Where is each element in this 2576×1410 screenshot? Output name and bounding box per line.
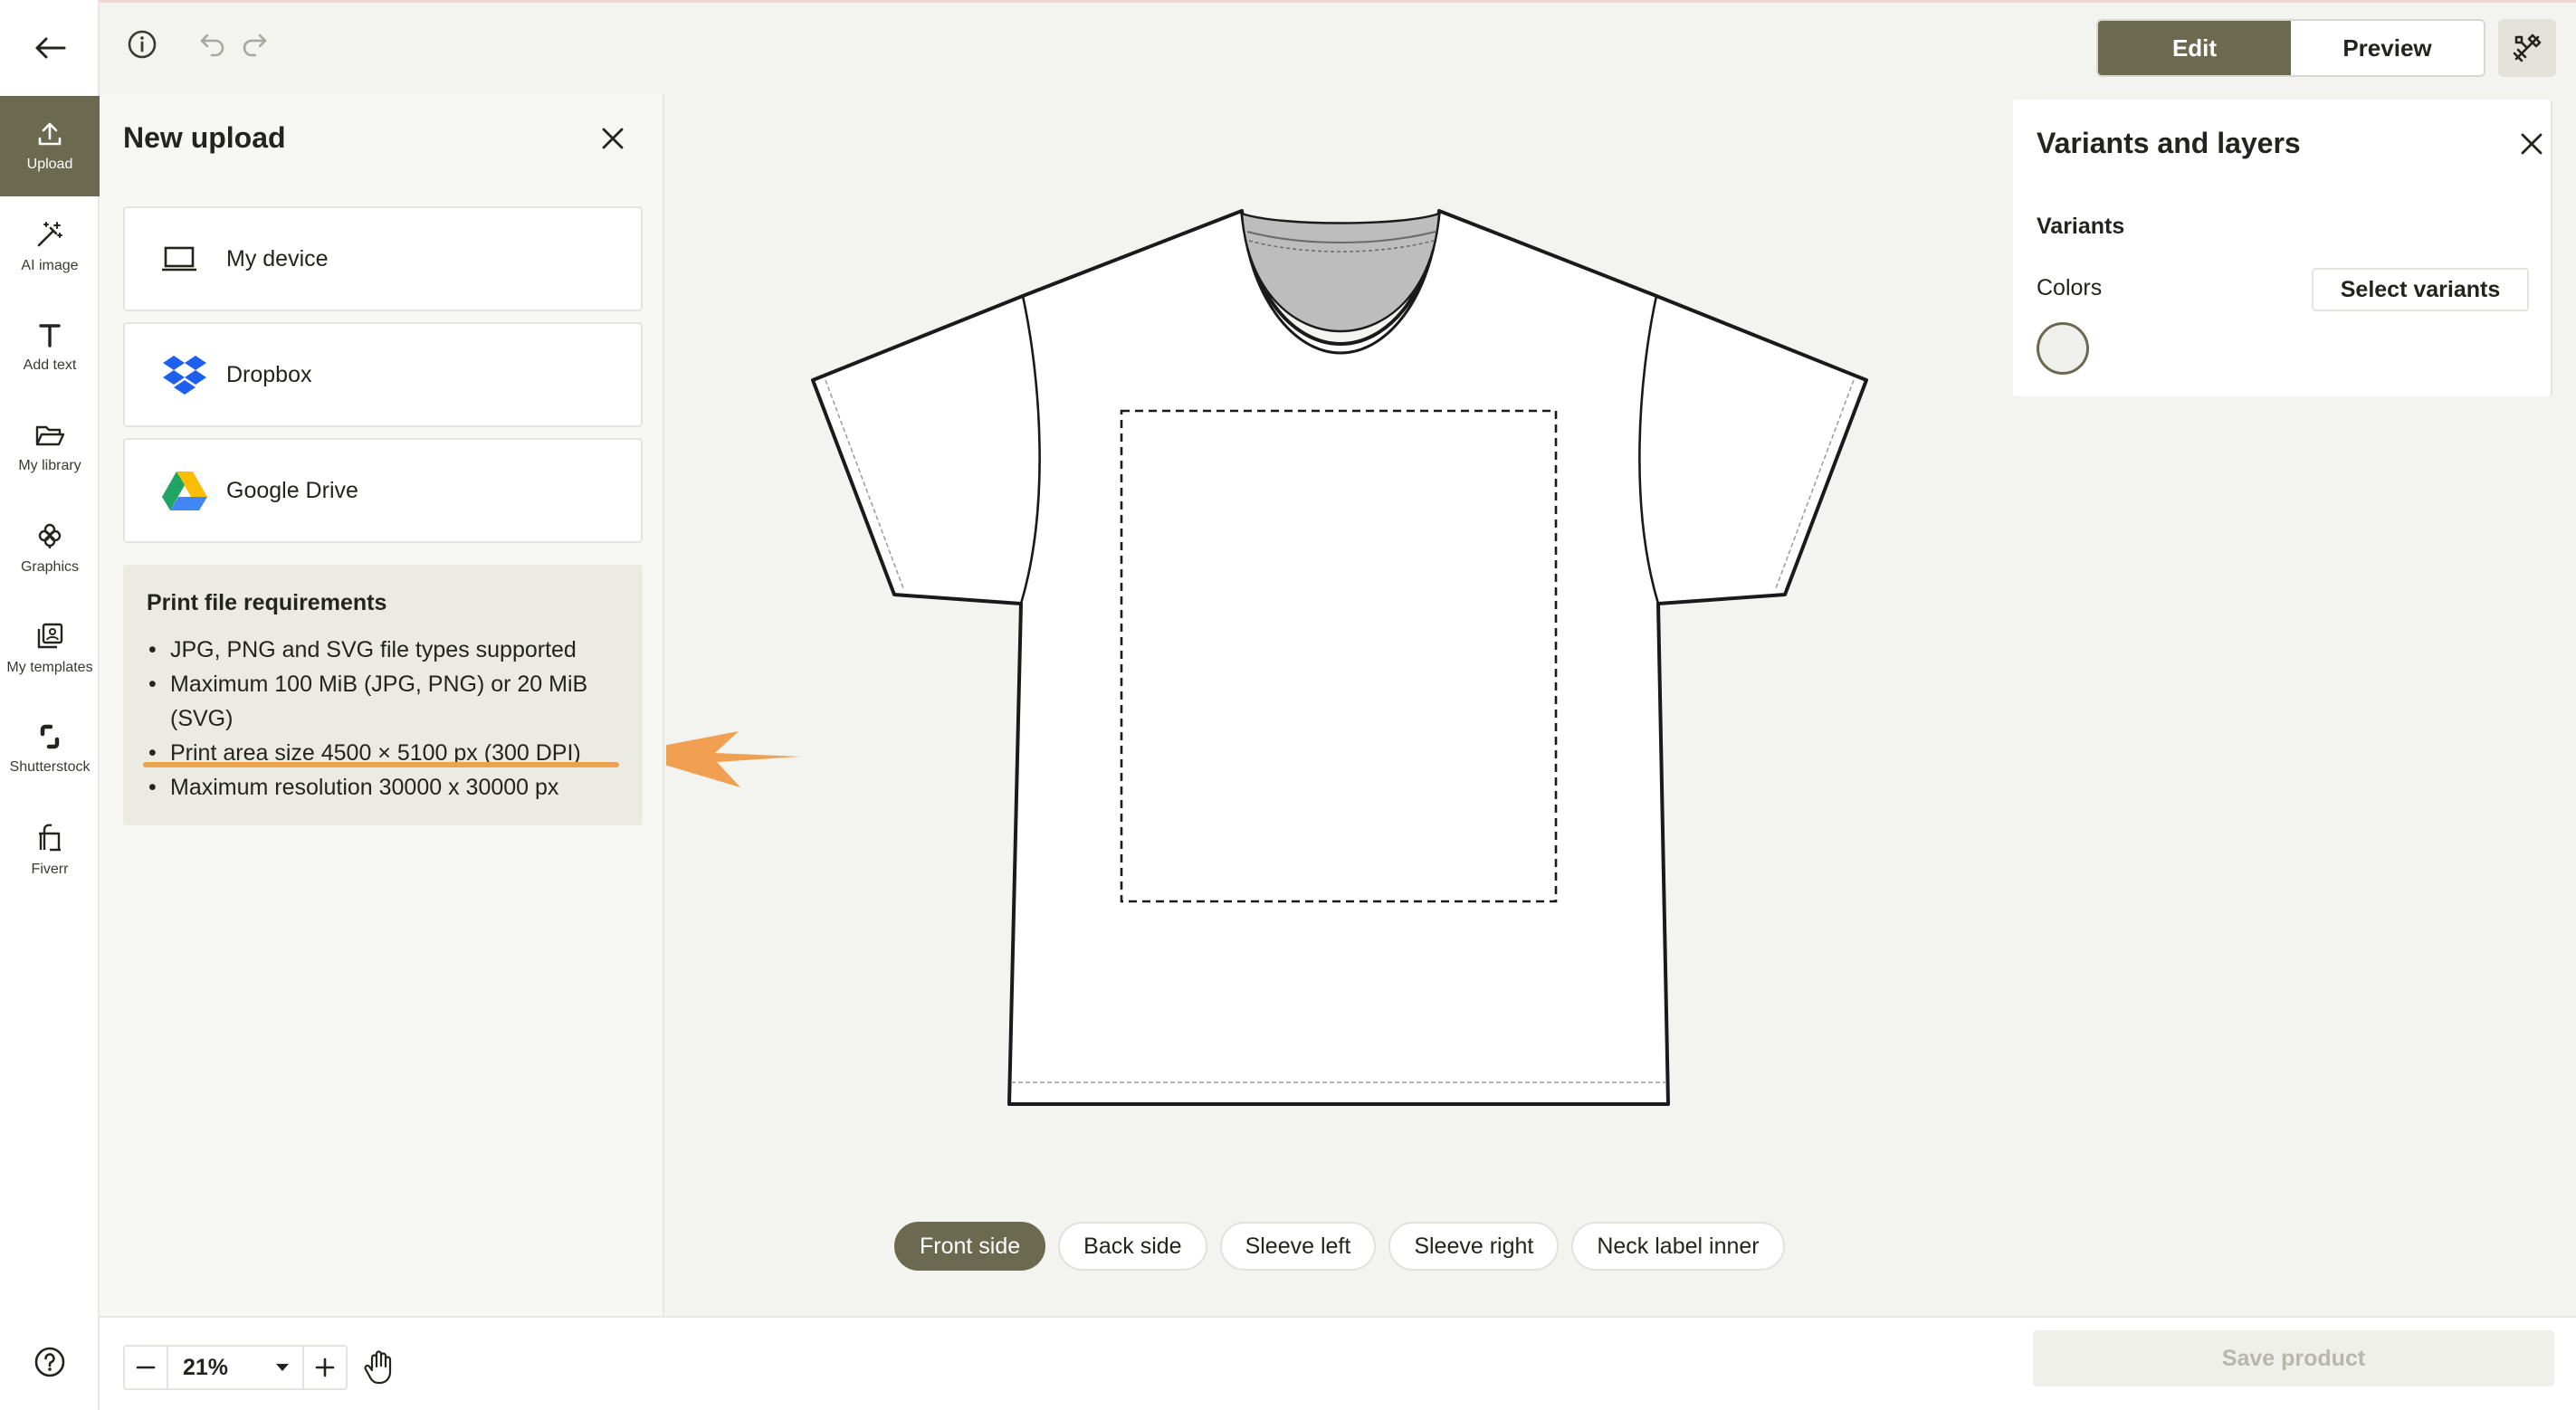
- chevron-down-icon: [276, 1364, 289, 1371]
- dropbox-button[interactable]: Dropbox: [123, 322, 643, 427]
- folder-icon: [35, 425, 65, 445]
- rail-item-ai-image[interactable]: AI image: [0, 196, 100, 297]
- requirement-item: Maximum resolution 30000 x 30000 px: [147, 770, 619, 805]
- redo-icon: [243, 33, 267, 57]
- variants-panel: Variants and layers Variants Colors Sele…: [2013, 100, 2552, 396]
- upload-icon: [38, 122, 62, 145]
- back-button[interactable]: [0, 16, 100, 80]
- requirements-title: Print file requirements: [147, 590, 387, 615]
- preview-button[interactable]: Preview: [2291, 21, 2484, 75]
- bottom-bar: 21% Save product: [100, 1316, 2576, 1410]
- rail-item-shutterstock[interactable]: Shutterstock: [0, 699, 100, 799]
- zoom-value: 21%: [183, 1354, 229, 1380]
- variants-panel-title: Variants and layers: [2037, 127, 2301, 159]
- rail-item-add-text[interactable]: Add text: [0, 297, 100, 397]
- redo-button[interactable]: [241, 32, 268, 62]
- zoom-select[interactable]: 21%: [167, 1347, 304, 1388]
- source-label: Google Drive: [226, 477, 358, 503]
- source-label: My device: [226, 245, 329, 272]
- left-rail: Upload AI image Add text My library Grap…: [0, 0, 100, 1410]
- rail-item-label: Shutterstock: [9, 758, 91, 775]
- panel-title: New upload: [123, 121, 286, 154]
- arrow-left-icon: [35, 37, 66, 59]
- info-button[interactable]: [127, 29, 157, 64]
- tab-back-side[interactable]: Back side: [1058, 1222, 1207, 1271]
- text-icon: [39, 323, 61, 348]
- requirement-item: JPG, PNG and SVG file types supported: [147, 633, 619, 667]
- rail-item-graphics[interactable]: Graphics: [0, 498, 100, 598]
- help-button[interactable]: [0, 1335, 100, 1389]
- pan-tool-button[interactable]: [357, 1345, 402, 1390]
- help-icon: [34, 1347, 65, 1377]
- zoom-control: 21%: [123, 1345, 348, 1390]
- hand-icon: [364, 1350, 392, 1385]
- tools-icon: [2513, 33, 2542, 62]
- rail-item-label: Upload: [26, 156, 73, 172]
- tab-neck-label-inner[interactable]: Neck label inner: [1571, 1222, 1785, 1271]
- flower-icon: [38, 523, 62, 548]
- info-icon: [128, 30, 157, 59]
- rail-item-label: Fiverr: [31, 861, 69, 877]
- templates-icon: [37, 623, 63, 648]
- rail-item-label: Add text: [23, 357, 77, 373]
- magic-wand-icon: [37, 221, 62, 246]
- shutterstock-icon: [40, 724, 60, 748]
- my-device-button[interactable]: My device: [123, 206, 643, 311]
- tab-sleeve-left[interactable]: Sleeve left: [1219, 1222, 1377, 1271]
- rail-item-my-templates[interactable]: My templates: [0, 598, 100, 699]
- laptop-icon: [162, 246, 196, 272]
- top-toolbar: [127, 29, 268, 64]
- source-label: Dropbox: [226, 361, 312, 387]
- save-product-button[interactable]: Save product: [2033, 1330, 2554, 1386]
- tab-front-side[interactable]: Front side: [894, 1222, 1046, 1271]
- close-icon: [602, 128, 624, 149]
- color-swatch[interactable]: [2037, 322, 2089, 375]
- highlight-underline: [143, 762, 619, 767]
- mode-switch: Edit Preview: [2096, 19, 2485, 77]
- zoom-out-button[interactable]: [125, 1347, 167, 1388]
- close-variants-panel-button[interactable]: [2520, 132, 2543, 160]
- zoom-in-button[interactable]: [304, 1347, 346, 1388]
- fiverr-icon: [39, 824, 61, 851]
- rail-item-label: Graphics: [20, 558, 80, 575]
- rail-item-upload[interactable]: Upload: [0, 96, 100, 196]
- rail-item-label: My library: [18, 457, 81, 473]
- requirements-list: JPG, PNG and SVG file types supported Ma…: [147, 633, 619, 805]
- close-icon: [2521, 133, 2543, 155]
- rail-item-my-library[interactable]: My library: [0, 397, 100, 498]
- upload-panel: New upload My device Dropbox Google Driv…: [100, 94, 664, 1316]
- colors-label: Colors: [2037, 275, 2103, 300]
- plus-icon: [315, 1358, 335, 1377]
- rail-item-label: AI image: [21, 257, 79, 273]
- minus-icon: [136, 1366, 156, 1369]
- undo-icon: [200, 33, 224, 57]
- top-accent-line: [0, 0, 2576, 3]
- google-drive-icon: [162, 472, 207, 510]
- rail-item-label: My templates: [6, 659, 93, 675]
- google-drive-button[interactable]: Google Drive: [123, 438, 643, 543]
- variants-section-title: Variants: [2037, 214, 2125, 239]
- design-canvas[interactable]: [625, 94, 2020, 1316]
- requirement-item: Maximum 100 MiB (JPG, PNG) or 20 MiB (SV…: [147, 667, 619, 736]
- tshirt-mockup: [625, 209, 1868, 1106]
- dropbox-icon: [163, 356, 206, 395]
- close-upload-panel-button[interactable]: [601, 127, 625, 155]
- undo-button[interactable]: [199, 32, 226, 62]
- side-tabs: Front side Back side Sleeve left Sleeve …: [894, 1222, 1785, 1271]
- tools-button[interactable]: [2498, 19, 2556, 77]
- tab-sleeve-right[interactable]: Sleeve right: [1388, 1222, 1560, 1271]
- edit-button[interactable]: Edit: [2098, 21, 2291, 75]
- print-file-requirements: Print file requirements JPG, PNG and SVG…: [123, 565, 643, 825]
- select-variants-button[interactable]: Select variants: [2312, 268, 2529, 311]
- rail-item-fiverr[interactable]: Fiverr: [0, 799, 100, 900]
